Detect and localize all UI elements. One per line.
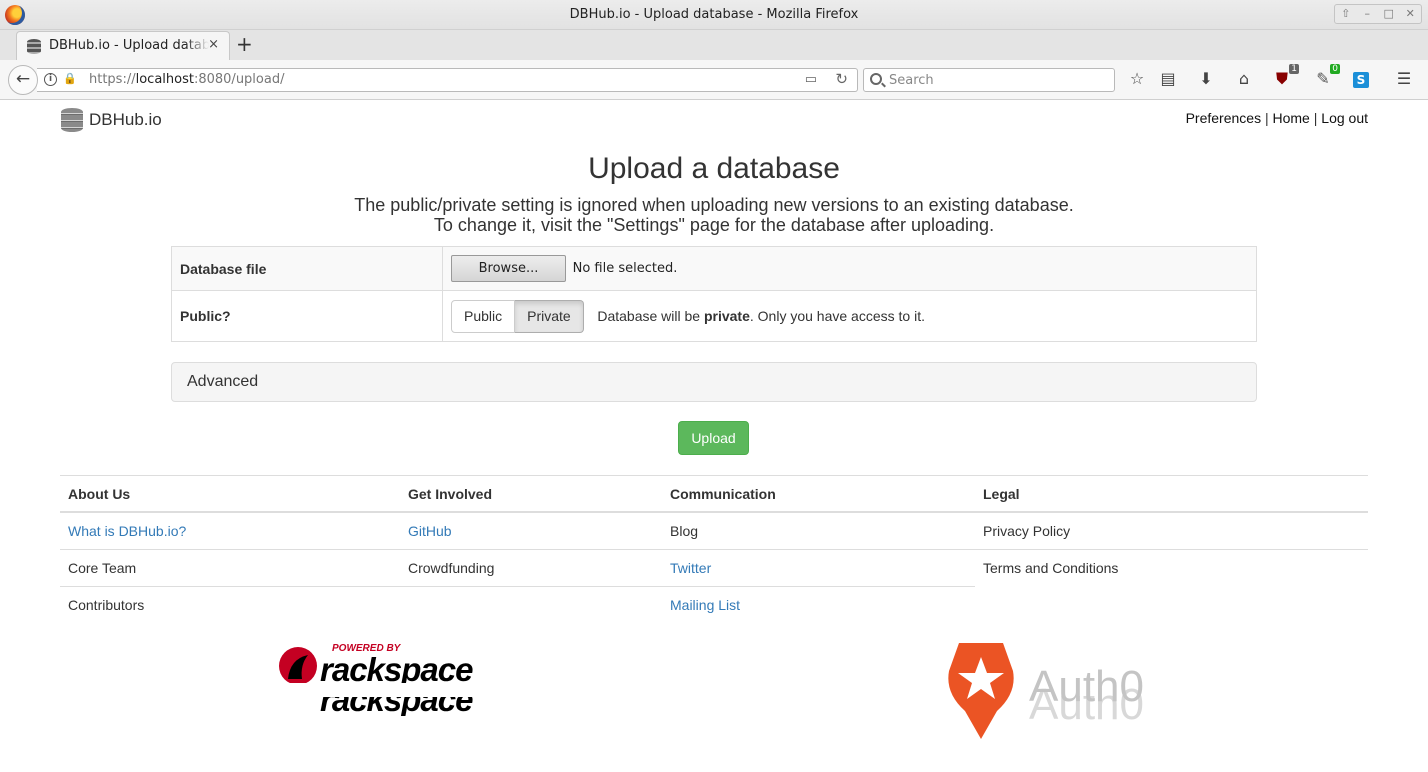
contributors-item[interactable]: Contributors — [60, 586, 400, 623]
public-label: Public? — [171, 290, 443, 342]
url-text[interactable]: https://localhost:8080/upload/ — [89, 72, 284, 87]
brand-logo[interactable]: DBHub.io — [61, 108, 162, 132]
auth0-wordmark: Auth0 — [1029, 662, 1144, 711]
nav-separator: | — [1264, 110, 1269, 126]
bookmarks-list-icon[interactable]: ▤ — [1157, 68, 1179, 90]
window-restore-icon[interactable]: ⇧ — [1336, 5, 1356, 23]
menu-icon[interactable]: ☰ — [1393, 68, 1415, 90]
mailing-list-link[interactable]: Mailing List — [662, 586, 975, 623]
extension-badge: 0 — [1330, 64, 1340, 74]
privacy-policy-item[interactable]: Privacy Policy — [975, 512, 1368, 549]
file-label: Database file — [171, 246, 443, 291]
public-cell: Public Private Database will be private.… — [442, 290, 1257, 342]
footer-header-communication: Communication — [662, 475, 975, 512]
public-button[interactable]: Public — [451, 299, 516, 333]
tab-dbhub-upload[interactable]: DBHub.io - Upload database × — [16, 31, 230, 61]
footer-col-about: About Us What is DBHub.io? Core Team Con… — [60, 475, 400, 623]
extension-icon[interactable]: ✎ 0 — [1312, 64, 1340, 90]
footer-col-legal: Legal Privacy Policy Terms and Condition… — [975, 475, 1368, 586]
back-button[interactable]: ← — [8, 65, 38, 95]
terms-item[interactable]: Terms and Conditions — [975, 549, 1368, 586]
window-maximize-icon[interactable]: □ — [1379, 5, 1399, 23]
downloads-icon[interactable]: ⬇ — [1195, 68, 1217, 90]
crowdfunding-item[interactable]: Crowdfunding — [400, 549, 662, 586]
top-nav-links: Preferences | Home | Log out — [1186, 110, 1368, 126]
page-content: DBHub.io Preferences | Home | Log out Up… — [0, 101, 1428, 772]
page-title: Upload a database — [588, 152, 840, 185]
insecure-lock-icon[interactable]: 🔒 — [63, 72, 77, 85]
footer-empty-cell — [400, 586, 662, 623]
tab-title: DBHub.io - Upload database — [49, 38, 209, 53]
core-team-item[interactable]: Core Team — [60, 549, 400, 586]
rackspace-logo[interactable]: POWERED BY rackspace rackspace — [278, 641, 483, 716]
window-titlebar: DBHub.io - Upload database - Mozilla Fir… — [0, 0, 1428, 30]
window-close-icon[interactable]: ✕ — [1400, 5, 1420, 23]
github-link[interactable]: GitHub — [400, 512, 662, 549]
window-controls: ⇧ – □ ✕ — [1334, 4, 1422, 24]
logout-link[interactable]: Log out — [1321, 110, 1368, 126]
window-minimize-icon[interactable]: – — [1357, 5, 1377, 23]
search-icon — [870, 73, 882, 85]
ublock-icon[interactable]: ⛊ 1 — [1271, 64, 1299, 90]
subtitle-line-1: The public/private setting is ignored wh… — [354, 195, 1074, 215]
private-button[interactable]: Private — [515, 299, 584, 333]
browse-button[interactable]: Browse... — [451, 255, 566, 282]
blog-item[interactable]: Blog — [662, 512, 975, 549]
upload-form-table: Database file Browse... No file selected… — [171, 246, 1257, 342]
advanced-panel-header[interactable]: Advanced — [171, 362, 1257, 402]
info-icon[interactable]: i — [44, 73, 57, 86]
ublock-badge: 1 — [1289, 64, 1299, 74]
home-link[interactable]: Home — [1273, 110, 1310, 126]
footer-header-legal: Legal — [975, 475, 1368, 512]
home-icon[interactable]: ⌂ — [1233, 68, 1255, 90]
brand-name: DBHub.io — [89, 110, 162, 129]
reader-view-icon[interactable]: ▭ — [805, 72, 817, 87]
bookmark-star-icon[interactable]: ☆ — [1126, 68, 1148, 90]
tab-close-icon[interactable]: × — [208, 37, 219, 52]
database-favicon-icon — [27, 39, 41, 54]
preferences-link[interactable]: Preferences — [1186, 110, 1261, 126]
tab-strip: DBHub.io - Upload database × — [0, 30, 1428, 61]
url-bar[interactable]: i 🔒 https://localhost:8080/upload/ ▭ ↻ — [37, 68, 858, 92]
what-is-dbhub-link[interactable]: What is DBHub.io? — [60, 512, 400, 549]
new-tab-button[interactable]: + — [236, 33, 253, 55]
file-row: Database file Browse... No file selected… — [171, 246, 1257, 291]
no-file-text: No file selected. — [572, 261, 678, 276]
subtitle-line-2: To change it, visit the "Settings" page … — [433, 215, 995, 235]
skype-icon[interactable]: S — [1350, 68, 1372, 90]
rackspace-mirror: rackspace — [278, 681, 483, 716]
upload-button[interactable]: Upload — [678, 421, 749, 455]
search-bar[interactable]: Search — [863, 68, 1115, 92]
file-cell: Browse... No file selected. — [442, 246, 1257, 291]
twitter-link[interactable]: Twitter — [662, 549, 975, 586]
auth0-logo[interactable]: Auth0 Auth0 — [947, 641, 1152, 741]
database-logo-icon — [61, 108, 83, 132]
privacy-message: Database will be private. Only you have … — [597, 308, 925, 324]
footer-header-about: About Us — [60, 475, 400, 512]
visibility-toggle: Public Private — [451, 299, 584, 333]
reload-icon[interactable]: ↻ — [835, 70, 848, 88]
nav-separator: | — [1313, 110, 1318, 126]
footer-col-communication: Communication Blog Twitter Mailing List — [662, 475, 975, 623]
public-row: Public? Public Private Database will be … — [171, 290, 1257, 342]
footer-header-involved: Get Involved — [400, 475, 662, 512]
footer-col-involved: Get Involved GitHub Crowdfunding — [400, 475, 662, 623]
window-title: DBHub.io - Upload database - Mozilla Fir… — [569, 7, 859, 22]
search-placeholder: Search — [889, 73, 934, 88]
